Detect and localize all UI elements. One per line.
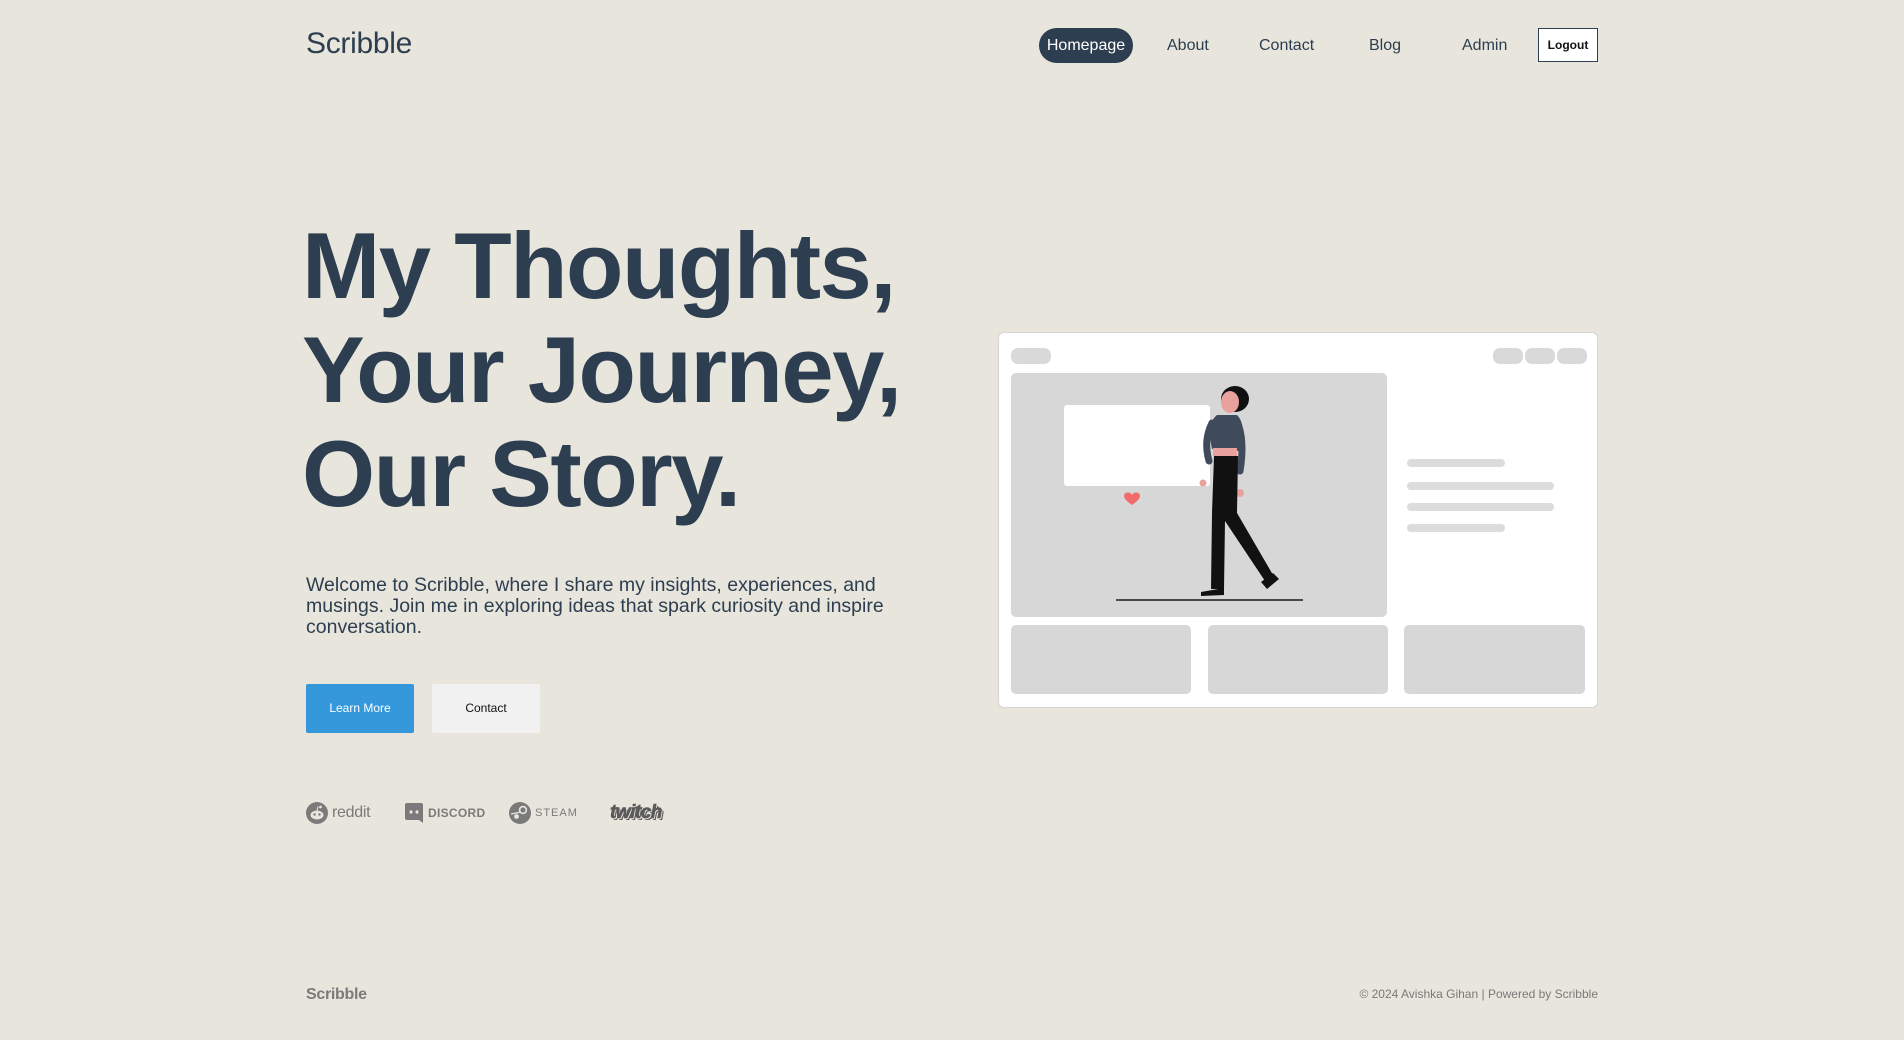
woman-with-card-illustration [1064,386,1303,601]
discord-icon [405,803,423,823]
reddit-label: reddit [332,804,371,821]
footer-copyright: © 2024 Avishka Gihan | Powered by Scribb… [1359,987,1598,1001]
mock-card [1404,625,1585,694]
twitch-logo[interactable]: twitch [610,800,663,826]
nav-admin[interactable]: Admin [1462,28,1507,63]
hero-title: My Thoughts, Your Journey, Our Story. [302,214,1002,526]
mock-logo-placeholder [1011,348,1051,364]
steam-icon [509,802,531,824]
mock-card [1208,625,1388,694]
hero-title-line-3: Our Story. [302,421,741,526]
steam-logo[interactable]: STEAM [509,800,578,826]
reddit-logo[interactable]: reddit [306,800,371,826]
nav-homepage[interactable]: Homepage [1039,28,1133,63]
nav-blog[interactable]: Blog [1369,28,1401,63]
footer-brand[interactable]: Scribble [306,986,367,1004]
site-logo[interactable]: Scribble [306,26,412,62]
mock-hero-image [1011,373,1387,617]
logout-button[interactable]: Logout [1538,28,1598,62]
discord-logo[interactable]: DISCORD [404,800,485,826]
mock-text-line [1407,503,1554,511]
nav-contact[interactable]: Contact [1259,28,1314,63]
mock-card [1011,625,1191,694]
mock-text-line [1407,524,1505,532]
twitch-icon: twitch [610,802,663,824]
hero-description: Welcome to Scribble, where I share my in… [306,574,884,638]
hero-title-line-2: Your Journey, [302,317,902,422]
discord-label: DISCORD [428,806,486,820]
steam-label: STEAM [535,807,578,819]
contact-button[interactable]: Contact [432,684,540,733]
mock-nav-placeholder [1525,348,1555,364]
reddit-icon [306,802,328,824]
mock-text-line [1407,482,1554,490]
website-illustration [998,332,1598,708]
nav-about[interactable]: About [1167,28,1209,63]
mock-text-line [1407,459,1505,467]
learn-more-button[interactable]: Learn More [306,684,414,733]
hero-title-line-1: My Thoughts, [302,213,896,318]
mock-nav-placeholder [1557,348,1587,364]
mock-nav-placeholder [1493,348,1523,364]
